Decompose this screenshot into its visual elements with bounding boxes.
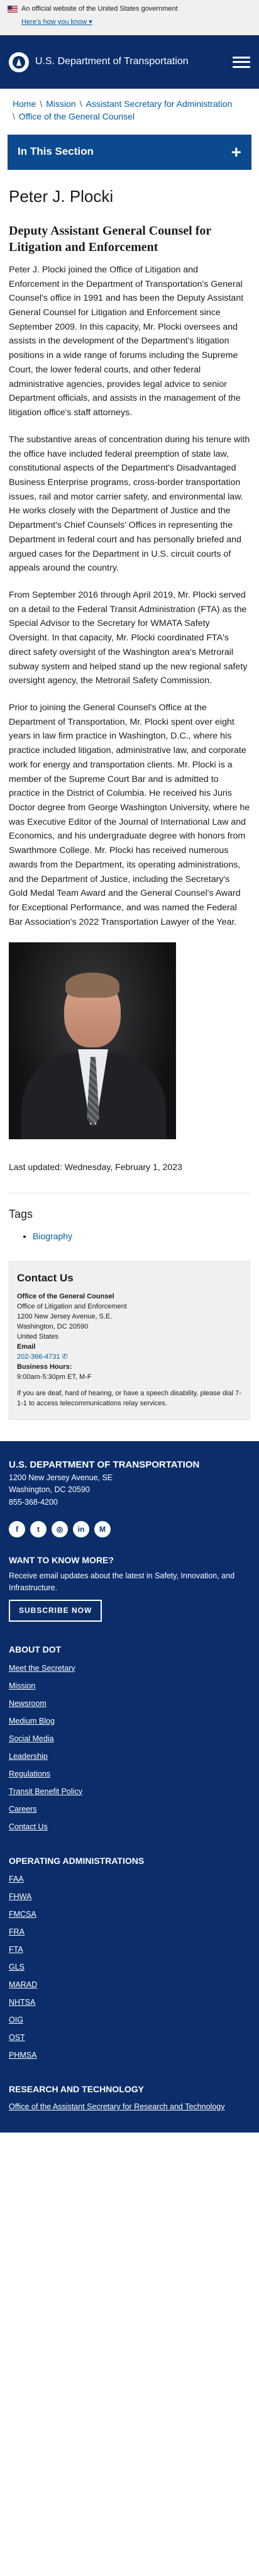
in-this-section-label: In This Section [18, 145, 94, 158]
footer-address: 1200 New Jersey Avenue, SE Washington, D… [9, 1473, 113, 1507]
operating-links: FAA FHWA FMCSA FRA FTA GLS MARAD NHTSA O… [9, 1870, 250, 2064]
footer-link[interactable]: Mission [9, 1681, 35, 1690]
contact-heading: Contact Us [17, 1271, 74, 1284]
footer-link[interactable]: Regulations [9, 1770, 50, 1778]
newsletter-text: Receive email updates about the latest i… [9, 1571, 235, 1592]
footer-link[interactable]: NHTSA [9, 1998, 35, 2007]
footer-link[interactable]: Social Media [9, 1734, 54, 1743]
breadcrumb-administration[interactable]: Assistant Secretary for Administration [86, 99, 233, 109]
research-heading: RESEARCH AND TECHNOLOGY [9, 2084, 144, 2095]
social-links: f t ◎ in M [9, 1521, 250, 1538]
footer-link[interactable]: FHWA [9, 1892, 31, 1901]
main-content: Peter J. Plocki Deputy Assistant General… [0, 170, 259, 1420]
contact-line: 1200 New Jersey Avenue, S.E. [17, 1313, 113, 1321]
linkedin-icon[interactable]: in [73, 1521, 89, 1538]
contact-line: Washington, DC 20590 [17, 1323, 89, 1331]
twitter-icon[interactable]: t [30, 1521, 47, 1538]
position-title: Deputy Assistant General Counsel for Lit… [9, 223, 211, 254]
footer-link[interactable]: Newsroom [9, 1699, 47, 1708]
page-title: Peter J. Plocki [9, 186, 114, 206]
tag-item: Biography [33, 1230, 250, 1244]
us-flag-icon [8, 6, 18, 13]
portrait-photo [9, 942, 176, 1139]
footer-link[interactable]: Transit Benefit Policy [9, 1787, 82, 1796]
site-header: U.S. Department of Transportation [0, 35, 259, 89]
plus-icon: + [231, 142, 241, 162]
email-label: Email [17, 1343, 36, 1351]
tags-heading: Tags [9, 1208, 33, 1221]
breadcrumb-general-counsel[interactable]: Office of the General Counsel [19, 111, 135, 121]
breadcrumb-home[interactable]: Home [13, 99, 36, 109]
breadcrumb-mission[interactable]: Mission [46, 99, 75, 109]
contact-office: Office of the General Counsel [17, 1293, 114, 1301]
footer-link[interactable]: FAA [9, 1875, 24, 1883]
footer-link[interactable]: Leadership [9, 1752, 48, 1761]
gov-banner-text: An official website of the United States… [21, 5, 178, 13]
phone-link[interactable]: 202-366-4731 [17, 1353, 60, 1361]
contact-line: Office of Litigation and Enforcement [17, 1303, 127, 1311]
instagram-icon[interactable]: ◎ [52, 1521, 68, 1538]
tag-biography-link[interactable]: Biography [33, 1231, 72, 1241]
dot-logo-icon[interactable] [9, 52, 29, 72]
newsletter-heading: WANT TO KNOW MORE? [9, 1555, 114, 1566]
footer-link[interactable]: Contact Us [9, 1822, 48, 1831]
footer-link[interactable]: Meet the Secretary [9, 1664, 75, 1673]
bio-paragraph-2: The substantive areas of concentration d… [9, 434, 250, 574]
footer-link[interactable]: OIG [9, 2016, 23, 2024]
site-footer: U.S. DEPARTMENT OF TRANSPORTATION 1200 N… [0, 1441, 259, 2133]
contact-line: United States [17, 1333, 59, 1341]
operating-heading: OPERATING ADMINISTRATIONS [9, 1855, 145, 1866]
bio-paragraph-1: Peter J. Plocki joined the Office of Lit… [9, 264, 244, 418]
bio-paragraph-4: Prior to joining the General Counsel's O… [9, 703, 250, 927]
menu-button[interactable] [233, 55, 250, 70]
relay-note: If you are deaf, hard of hearing, or hav… [17, 1389, 241, 1407]
bio-paragraph-3: From September 2016 through April 2019, … [9, 589, 248, 686]
medium-icon[interactable]: M [94, 1521, 111, 1538]
subscribe-button[interactable]: SUBSCRIBE NOW [9, 1600, 102, 1622]
how-you-know-link[interactable]: Here's how you know ▾ [21, 17, 251, 28]
facebook-icon[interactable]: f [9, 1521, 25, 1538]
in-this-section-toggle[interactable]: In This Section + [8, 134, 251, 170]
about-heading: ABOUT DOT [9, 1644, 62, 1654]
phone-icon: ✆ [62, 1353, 68, 1361]
site-title[interactable]: U.S. Department of Transportation [35, 54, 233, 70]
last-updated: Last updated: Wednesday, February 1, 202… [9, 1161, 182, 1172]
footer-link[interactable]: FRA [9, 1927, 25, 1936]
about-links: Meet the Secretary Mission Newsroom Medi… [9, 1659, 250, 1836]
footer-link[interactable]: PHMSA [9, 2051, 36, 2060]
footer-link[interactable]: FMCSA [9, 1910, 36, 1919]
contact-box: Contact Us Office of the General Counsel… [9, 1261, 250, 1420]
footer-link[interactable]: GLS [9, 1963, 25, 1971]
breadcrumb: Home \ Mission \ Assistant Secretary for Adm… [13, 99, 233, 122]
footer-link[interactable]: OST [9, 2033, 25, 2042]
tags-section: Tags Biography [9, 1206, 250, 1244]
footer-link[interactable]: FTA [9, 1945, 23, 1954]
footer-org: U.S. DEPARTMENT OF TRANSPORTATION [9, 1459, 200, 1470]
research-link[interactable]: Office of the Assistant Secretary for Re… [9, 2102, 224, 2111]
footer-link[interactable]: Medium Blog [9, 1717, 55, 1726]
hours-label: Business Hours: [17, 1363, 72, 1371]
footer-link[interactable]: Careers [9, 1805, 36, 1814]
footer-link[interactable]: MARAD [9, 1980, 37, 1989]
hours-value: 9:00am-5:30pm ET, M-F [17, 1373, 92, 1381]
gov-banner: An official website of the United States… [0, 0, 259, 35]
